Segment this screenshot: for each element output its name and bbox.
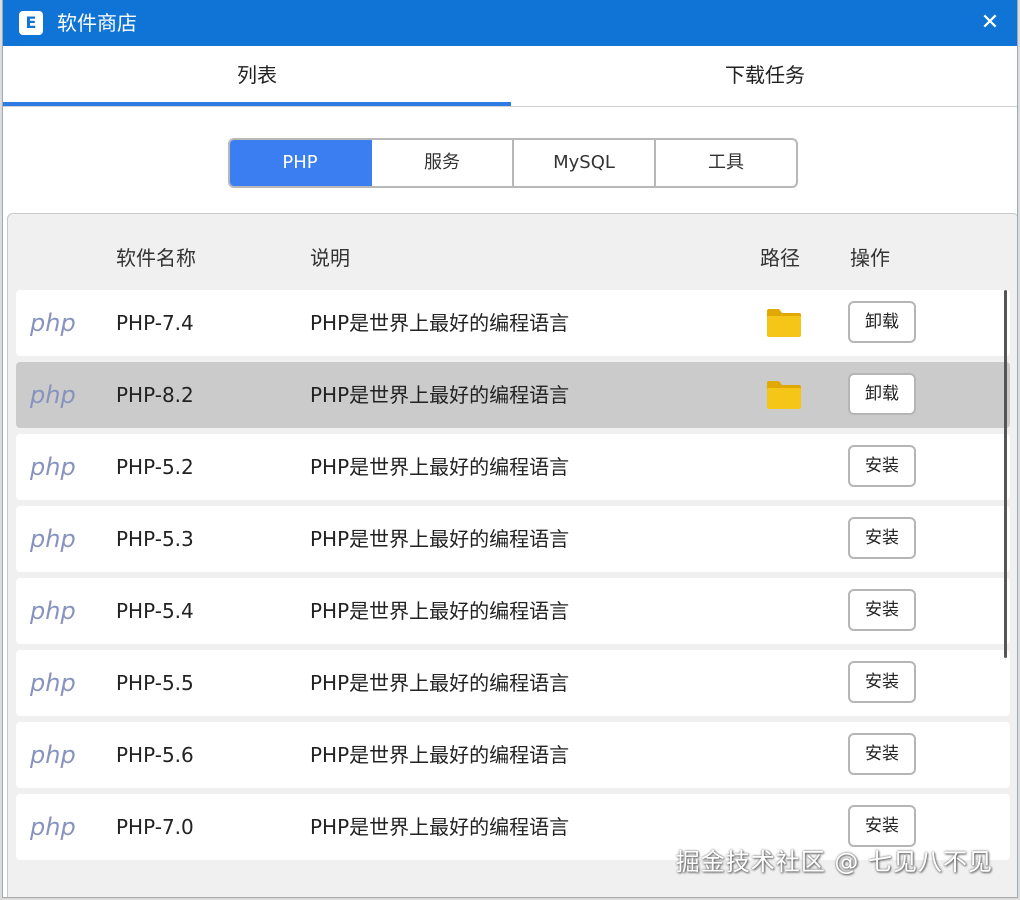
php-logo-icon: php <box>30 453 76 481</box>
uninstall-button[interactable]: 卸载 <box>848 373 916 415</box>
table-row[interactable]: php PHP-7.4 PHP是世界上最好的编程语言 卸载 <box>16 290 1010 356</box>
php-logo-icon: php <box>30 669 76 697</box>
category-selector: PHP 服务 MySQL 工具 <box>228 138 798 188</box>
table-row[interactable]: php PHP-5.3 PHP是世界上最好的编程语言 安装 <box>16 506 1010 572</box>
php-logo-icon: php <box>30 381 76 409</box>
install-button[interactable]: 安装 <box>848 445 916 487</box>
header-op: 操作 <box>850 246 890 270</box>
uninstall-button[interactable]: 卸载 <box>848 301 916 343</box>
install-button[interactable]: 安装 <box>848 517 916 559</box>
software-description: PHP是世界上最好的编程语言 <box>310 311 570 335</box>
install-button[interactable]: 安装 <box>848 733 916 775</box>
scrollbar[interactable] <box>1004 290 1007 658</box>
tab-list[interactable]: 列表 <box>3 46 511 106</box>
category-mysql[interactable]: MySQL <box>514 140 656 186</box>
title-bar: E 软件商店 ✕ <box>3 0 1017 46</box>
software-description: PHP是世界上最好的编程语言 <box>310 383 570 407</box>
folder-icon[interactable] <box>766 378 802 410</box>
software-store-window: E 软件商店 ✕ 列表 下载任务 PHP 服务 MySQL 工具 软件名称 说明… <box>2 0 1018 898</box>
software-description: PHP是世界上最好的编程语言 <box>310 455 570 479</box>
software-description: PHP是世界上最好的编程语言 <box>310 599 570 623</box>
software-name: PHP-5.3 <box>116 527 194 551</box>
software-description: PHP是世界上最好的编程语言 <box>310 743 570 767</box>
software-description: PHP是世界上最好的编程语言 <box>310 527 570 551</box>
app-icon: E <box>19 11 43 35</box>
software-name: PHP-5.5 <box>116 671 194 695</box>
tab-download-tasks[interactable]: 下载任务 <box>511 46 1017 106</box>
install-button[interactable]: 安装 <box>848 589 916 631</box>
php-logo-icon: php <box>30 741 76 769</box>
table-row[interactable]: php PHP-5.4 PHP是世界上最好的编程语言 安装 <box>16 578 1010 644</box>
software-description: PHP是世界上最好的编程语言 <box>310 815 570 839</box>
install-button[interactable]: 安装 <box>848 805 916 847</box>
header-path: 路径 <box>760 246 800 270</box>
php-logo-icon: php <box>30 309 76 337</box>
app-icon-letter: E <box>25 13 37 32</box>
close-button[interactable]: ✕ <box>975 8 1005 38</box>
table-body: php PHP-7.4 PHP是世界上最好的编程语言 卸载 php PHP-8.2 PHP是… <box>16 290 1010 897</box>
table-row[interactable]: php PHP-5.6 PHP是世界上最好的编程语言 安装 <box>16 722 1010 788</box>
watermark: 掘金技术社区 @ 七见八不见 <box>675 848 993 876</box>
table-row[interactable]: php PHP-5.2 PHP是世界上最好的编程语言 安装 <box>16 434 1010 500</box>
folder-icon[interactable] <box>766 306 802 338</box>
category-services[interactable]: 服务 <box>372 140 514 186</box>
software-name: PHP-8.2 <box>116 383 194 407</box>
software-name: PHP-5.4 <box>116 599 194 623</box>
table-row[interactable]: php PHP-5.5 PHP是世界上最好的编程语言 安装 <box>16 650 1010 716</box>
php-logo-icon: php <box>30 813 76 841</box>
table-row[interactable]: php PHP-8.2 PHP是世界上最好的编程语言 卸载 <box>16 362 1010 428</box>
software-name: PHP-5.2 <box>116 455 194 479</box>
php-logo-icon: php <box>30 525 76 553</box>
window-title: 软件商店 <box>57 11 137 35</box>
install-button[interactable]: 安装 <box>848 661 916 703</box>
category-php[interactable]: PHP <box>230 140 372 186</box>
category-tools[interactable]: 工具 <box>656 140 796 186</box>
software-name: PHP-7.0 <box>116 815 194 839</box>
php-logo-icon: php <box>30 597 76 625</box>
software-name: PHP-5.6 <box>116 743 194 767</box>
header-name: 软件名称 <box>116 246 196 270</box>
close-icon: ✕ <box>980 10 1000 35</box>
software-table: 软件名称 说明 路径 操作 php PHP-7.4 PHP是世界上最好的编程语言 卸载… <box>7 213 1017 897</box>
header-desc: 说明 <box>310 246 350 270</box>
software-name: PHP-7.4 <box>116 311 194 335</box>
main-tabs: 列表 下载任务 <box>3 46 1017 107</box>
table-header: 软件名称 说明 路径 操作 <box>8 214 1017 290</box>
software-description: PHP是世界上最好的编程语言 <box>310 671 570 695</box>
